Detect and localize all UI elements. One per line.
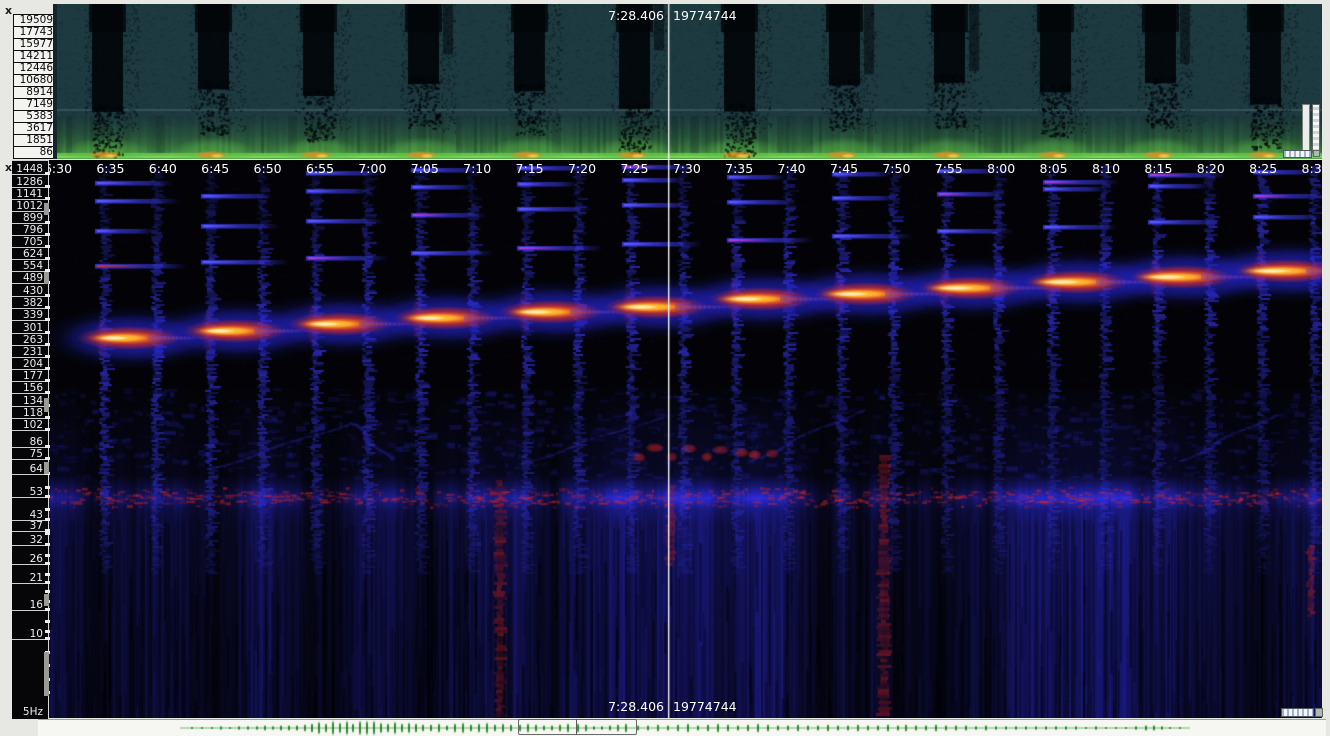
frequency-tick bbox=[45, 416, 50, 419]
main-frequency-label: 705 bbox=[12, 236, 48, 248]
frequency-tick bbox=[45, 391, 50, 394]
scale-marker bbox=[44, 203, 49, 215]
frequency-tick bbox=[45, 495, 50, 498]
frequency-tick bbox=[45, 428, 50, 431]
overview-pane[interactable] bbox=[38, 719, 1326, 736]
top-frequency-label: 86 bbox=[14, 147, 55, 158]
main-frequency-label: 156 bbox=[12, 382, 48, 394]
main-frequency-label: 1286 bbox=[12, 176, 48, 188]
app-frame: x 19509177431597714211124461068089147149… bbox=[0, 0, 1330, 736]
frequency-tick bbox=[45, 233, 50, 236]
frequency-tick bbox=[45, 379, 50, 382]
cursor-frame-readout-bottom: 19774744 bbox=[673, 699, 737, 714]
frequency-tick bbox=[45, 590, 50, 593]
frequency-tick bbox=[45, 172, 50, 175]
frequency-tick bbox=[45, 343, 50, 346]
frequency-tick bbox=[45, 185, 50, 188]
overview-view-region[interactable] bbox=[518, 719, 637, 735]
main-frequency-label: 554 bbox=[12, 260, 48, 272]
main-frequency-label: 489 bbox=[12, 272, 48, 284]
main-frequency-label: 899 bbox=[12, 212, 48, 224]
frequency-tick bbox=[45, 257, 50, 260]
main-frequency-label: 1141 bbox=[12, 188, 48, 200]
main-frequency-label: 204 bbox=[12, 358, 48, 370]
main-frequency-label: 32 bbox=[12, 534, 48, 546]
top-frequency-scale: 1950917743159771421112446106808914714953… bbox=[13, 14, 56, 159]
scale-marker bbox=[44, 652, 49, 696]
main-frequency-label: 382 bbox=[12, 297, 48, 309]
frequency-tick bbox=[45, 457, 50, 460]
frequency-tick bbox=[45, 318, 50, 321]
main-pane-progress-bar bbox=[1281, 708, 1314, 717]
top-pane-indicator-square bbox=[1313, 150, 1320, 157]
top-pane-vertical-indicator bbox=[1302, 104, 1310, 153]
frequency-tick bbox=[45, 573, 50, 576]
scale-marker bbox=[44, 594, 49, 606]
main-frequency-label: 53 bbox=[12, 486, 48, 498]
frequency-tick bbox=[45, 620, 50, 623]
main-frequency-label: 10 bbox=[12, 628, 48, 640]
frequency-tick bbox=[45, 197, 50, 200]
main-frequency-label: 1448 bbox=[12, 163, 48, 175]
main-frequency-scale: 1448128611411012899796705624554489430382… bbox=[12, 160, 49, 719]
main-frequency-label: 37 bbox=[12, 520, 48, 532]
main-frequency-label: 1012 bbox=[12, 200, 48, 212]
frequency-tick bbox=[45, 486, 50, 489]
scale-marker bbox=[44, 462, 49, 474]
frequency-tick bbox=[45, 245, 50, 248]
frequency-tick bbox=[45, 532, 50, 535]
top-pane-vertical-progress bbox=[1312, 104, 1320, 153]
main-frequency-label: 301 bbox=[12, 322, 48, 334]
main-frequency-label: 624 bbox=[12, 248, 48, 260]
cursor-frame-readout-top: 19774744 bbox=[673, 8, 737, 23]
frequency-tick bbox=[45, 630, 50, 633]
scale-marker bbox=[44, 398, 49, 412]
main-frequency-label: 796 bbox=[12, 224, 48, 236]
frequency-tick bbox=[45, 608, 50, 611]
frequency-tick bbox=[45, 554, 50, 557]
frequency-tick bbox=[45, 355, 50, 358]
main-frequency-label: 177 bbox=[12, 370, 48, 382]
main-frequency-label: 26 bbox=[12, 553, 48, 565]
main-frequency-label: 86 bbox=[12, 436, 48, 448]
main-frequency-label: 430 bbox=[12, 285, 48, 297]
frequency-tick bbox=[45, 445, 50, 448]
main-frequency-label: 64 bbox=[12, 463, 48, 475]
main-pane-indicator-square bbox=[1315, 708, 1323, 717]
main-frequency-label: 5Hz bbox=[12, 706, 48, 718]
main-frequency-label: 231 bbox=[12, 346, 48, 358]
main-frequency-label: 339 bbox=[12, 309, 48, 321]
spectrogram-top-canvas[interactable] bbox=[57, 4, 1322, 159]
overview-waveform-canvas[interactable] bbox=[38, 720, 1326, 736]
top-pane-progress-bar bbox=[1283, 150, 1312, 158]
frequency-tick bbox=[45, 221, 50, 224]
frequency-tick bbox=[45, 543, 50, 546]
frequency-tick bbox=[45, 508, 50, 511]
frequency-tick bbox=[45, 637, 50, 640]
main-frequency-label: 263 bbox=[12, 334, 48, 346]
frequency-tick bbox=[45, 294, 50, 297]
overview-playhead[interactable] bbox=[576, 719, 577, 735]
frequency-tick bbox=[45, 581, 50, 584]
spectrogram-main-canvas[interactable] bbox=[49, 160, 1322, 718]
main-frequency-label: 21 bbox=[12, 572, 48, 584]
main-frequency-label: 16 bbox=[12, 599, 48, 611]
frequency-tick bbox=[45, 367, 50, 370]
main-frequency-label: 118 bbox=[12, 407, 48, 419]
cursor-time-readout-top: 7:28.406 bbox=[524, 8, 664, 23]
scale-marker bbox=[44, 272, 49, 284]
frequency-tick bbox=[45, 331, 50, 334]
main-frequency-label: 134 bbox=[12, 395, 48, 407]
cursor-time-readout-bottom: 7:28.406 bbox=[524, 699, 664, 714]
main-frequency-label: 102 bbox=[12, 419, 48, 431]
frequency-tick bbox=[45, 306, 50, 309]
frequency-tick bbox=[45, 518, 50, 521]
main-frequency-label: 75 bbox=[12, 448, 48, 460]
frequency-tick bbox=[45, 562, 50, 565]
